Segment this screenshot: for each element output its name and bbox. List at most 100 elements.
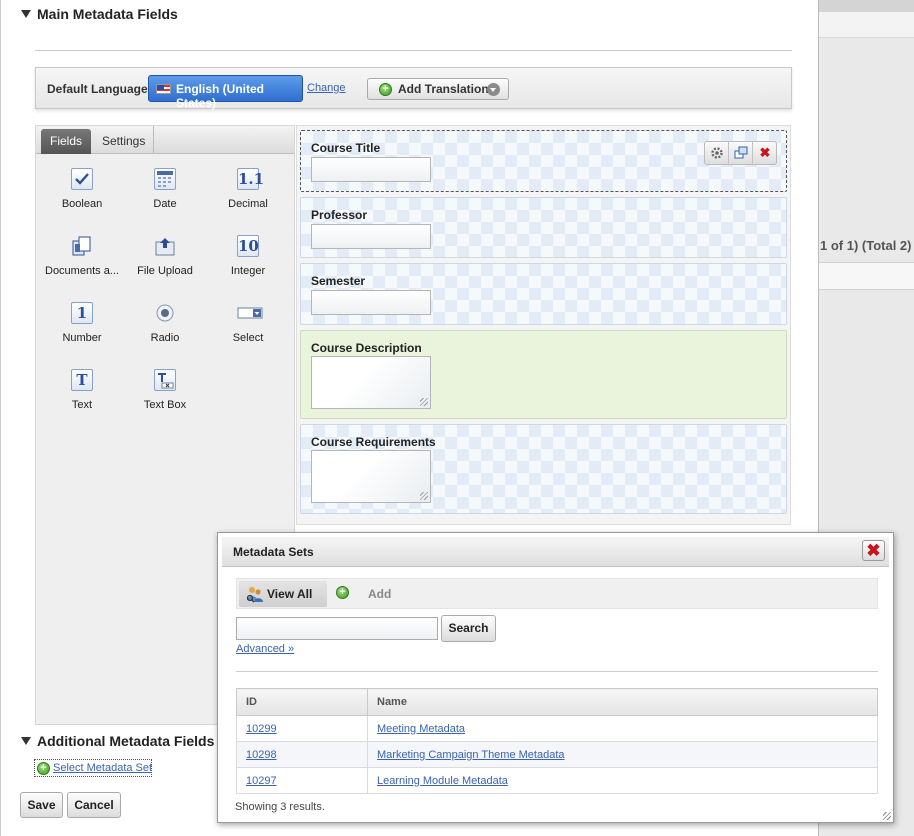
table-header-row: ID Name [236,688,878,716]
text-box-icon [154,369,176,391]
tab-settings[interactable]: Settings [93,129,154,154]
main-section-header[interactable]: Main Metadata Fields [21,6,178,22]
resize-grip-icon[interactable] [420,398,428,406]
background-header [819,0,914,12]
table-row[interactable]: 10297 Learning Module Metadata [236,767,878,794]
default-language-label: Default Language: [47,82,152,96]
add-button[interactable]: + Add [334,586,391,601]
tool-label: Documents a... [45,265,119,277]
professor-input[interactable] [311,224,431,249]
id-cell: 10297 [236,767,368,794]
tool-decimal[interactable]: 1.1 Decimal [205,168,291,210]
users-icon [246,585,263,603]
tool-label: Text Box [143,399,187,411]
tool-label: Number [62,332,102,344]
results-count: Showing 3 results. [235,801,325,813]
name-cell: Meeting Metadata [367,715,878,742]
duplicate-icon[interactable] [729,142,753,164]
number-icon: 1 [71,302,93,324]
cancel-button[interactable]: Cancel [67,792,121,818]
collapse-triangle-icon [21,737,31,745]
file-upload-icon [154,235,176,257]
additional-section-header[interactable]: Additional Metadata Fields [21,733,214,749]
field-course-requirements[interactable]: Course Requirements [300,424,787,514]
background-pager [819,262,914,290]
save-button[interactable]: Save [20,792,63,818]
table-row[interactable]: 10299 Meeting Metadata [236,715,878,742]
name-cell: Marketing Campaign Theme Metadata [367,741,878,768]
current-language-chip[interactable]: English (United States) [148,75,303,110]
field-controls: ✖ [704,141,777,165]
field-semester[interactable]: Semester [300,263,787,325]
tool-text[interactable]: T Text [39,369,125,411]
field-professor[interactable]: Professor [300,197,787,258]
background-toolbar [819,12,914,38]
view-all-button[interactable]: View All [239,581,327,607]
language-bar: Default Language: English (United States… [35,67,792,110]
metadata-sets-dialog: Metadata Sets ✖ View All + Add Search Ad… [217,532,894,823]
tool-number[interactable]: 1 Number [39,302,125,344]
column-header-id[interactable]: ID [236,688,368,716]
resize-grip-icon[interactable] [883,812,891,820]
chevron-down-icon [487,83,500,96]
tool-boolean[interactable]: Boolean [39,168,125,210]
field-label: Course Description [311,341,422,355]
documents-icon [71,235,93,257]
id-link[interactable]: 10298 [246,749,277,761]
checkbox-icon [71,168,93,190]
tool-label: Select [232,332,264,344]
tool-label: Radio [150,332,180,344]
tool-date[interactable]: Date [122,168,208,210]
plus-icon: + [336,586,349,599]
additional-section-title: Additional Metadata Fields [37,733,215,749]
gear-icon[interactable] [705,142,729,164]
tool-label: Integer [230,265,266,277]
tool-label: Text [71,399,93,411]
tool-integer[interactable]: 10 Integer [205,235,291,277]
id-cell: 10299 [236,715,368,742]
tool-text-box[interactable]: Text Box [122,369,208,411]
semester-input[interactable] [311,290,431,315]
column-header-name[interactable]: Name [367,688,878,716]
course-description-textarea[interactable] [311,356,431,409]
delete-icon[interactable]: ✖ [753,142,777,164]
id-link[interactable]: 10297 [246,775,277,787]
search-button[interactable]: Search [441,615,496,642]
tool-file-upload[interactable]: File Upload [122,235,208,277]
close-icon[interactable]: ✖ [862,540,885,561]
plus-icon: + [379,83,392,96]
name-link[interactable]: Meeting Metadata [377,723,465,735]
dialog-header[interactable]: Metadata Sets ✖ [222,537,889,567]
name-link[interactable]: Marketing Campaign Theme Metadata [377,749,565,761]
dialog-toolbar: View All + Add [236,578,878,609]
field-label: Professor [311,208,368,222]
us-flag-icon [156,84,171,94]
calendar-icon [154,168,176,190]
change-language-link[interactable]: Change [307,82,346,94]
tab-separator [153,126,154,154]
id-cell: 10298 [236,741,368,768]
plus-icon: + [37,762,50,775]
advanced-search-link[interactable]: Advanced » [236,643,294,655]
resize-grip-icon[interactable] [420,492,428,500]
decimal-icon: 1.1 [237,168,265,190]
table-row[interactable]: 10298 Marketing Campaign Theme Metadata [236,741,878,768]
tool-documents[interactable]: Documents a... [39,235,125,277]
course-requirements-textarea[interactable] [311,450,431,503]
tab-fields[interactable]: Fields [41,129,92,154]
field-course-description[interactable]: Course Description [300,330,787,419]
divider [236,671,878,672]
add-translation-button[interactable]: + Add Translation [367,78,509,100]
field-label: Semester [311,274,366,288]
field-label: Course Requirements [311,435,436,449]
id-link[interactable]: 10299 [246,723,277,735]
tool-select[interactable]: Select [205,302,291,344]
tool-radio[interactable]: Radio [122,302,208,344]
field-course-title[interactable]: Course Title ✖ [300,130,787,192]
select-metadata-set-link[interactable]: + Select Metadata Set [34,759,152,777]
course-title-input[interactable] [311,157,431,182]
search-input[interactable] [236,617,438,640]
name-link[interactable]: Learning Module Metadata [377,775,508,787]
dialog-title: Metadata Sets [233,545,314,559]
main-section-title: Main Metadata Fields [37,6,178,22]
